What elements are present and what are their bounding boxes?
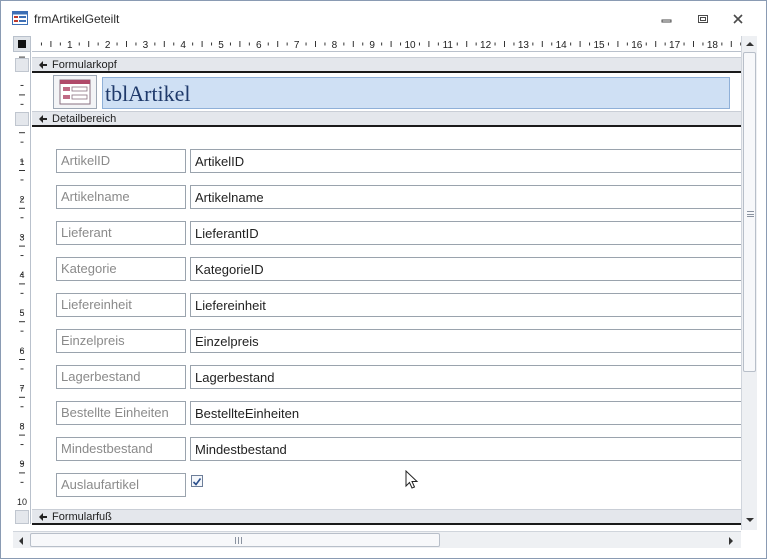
checkmark-icon (192, 478, 202, 486)
label-auslaufartikel[interactable]: Auslaufartikel (56, 473, 186, 497)
ruler-label: 10 (404, 40, 416, 51)
vertical-scroll-thumb[interactable] (743, 52, 756, 372)
textbox-lagerbestand[interactable]: Lagerbestand (190, 365, 741, 389)
section-collapse-icon (39, 115, 47, 123)
ruler-label: 10 (17, 497, 27, 507)
header-title-label[interactable]: tblArtikel (102, 77, 730, 109)
textbox-bestellteeinheiten[interactable]: BestellteEinheiten (190, 401, 741, 425)
ruler-label: 18 (707, 40, 719, 51)
textbox-einzelpreis[interactable]: Einzelpreis (190, 329, 741, 353)
scroll-left-arrow-icon[interactable] (15, 535, 27, 547)
horizontal-scroll-thumb[interactable] (30, 533, 440, 547)
ruler-label: 8 (19, 421, 24, 431)
header-section-selector[interactable] (15, 58, 29, 72)
horizontal-ruler[interactable]: 1 2 3 4 5 6 7 8 9 10 11 12 13 14 15 16 17 18 (32, 36, 741, 52)
select-form-button[interactable] (13, 36, 31, 52)
section-collapse-icon (39, 61, 47, 69)
label-einzelpreis[interactable]: Einzelpreis (56, 329, 186, 353)
close-icon (733, 14, 743, 24)
textbox-liefereinheit[interactable]: Liefereinheit (190, 293, 741, 317)
scroll-right-arrow-icon[interactable] (725, 535, 737, 547)
ruler-label: 14 (556, 40, 568, 51)
ruler-label: 7 (294, 40, 300, 51)
ruler-label: 6 (256, 40, 262, 51)
footer-section-selector[interactable] (15, 510, 29, 524)
ruler-label: 8 (332, 40, 338, 51)
section-label-detail: Detailbereich (52, 113, 117, 125)
section-bar-header[interactable]: Formularkopf (32, 57, 741, 73)
ruler-label: 4 (19, 270, 24, 280)
ruler-label: 11 (443, 40, 454, 51)
ruler-label: 15 (593, 40, 605, 51)
detail-section-selector[interactable] (15, 112, 29, 126)
minimize-icon (661, 19, 672, 23)
scroll-grip-icon (747, 211, 754, 217)
form-selector-square (18, 40, 26, 48)
label-lagerbestand[interactable]: Lagerbestand (56, 365, 186, 389)
textbox-artikelid[interactable]: ArtikelID (190, 149, 741, 173)
label-kategorie[interactable]: Kategorie (56, 257, 186, 281)
combobox-lieferantid[interactable]: LieferantID (190, 221, 741, 245)
checkbox-auslaufartikel[interactable] (191, 475, 203, 487)
ruler-label: 2 (19, 195, 24, 205)
window-title: frmArtikelGeteilt (34, 12, 120, 26)
ruler-label: 9 (19, 459, 24, 469)
ruler-label: 9 (369, 40, 375, 51)
ruler-label: 17 (669, 40, 681, 51)
ruler-label: 3 (143, 40, 149, 51)
label-bestellte-einheiten[interactable]: Bestellte Einheiten (56, 401, 186, 425)
scroll-up-arrow-icon[interactable] (744, 38, 756, 50)
label-artikelname[interactable]: Artikelname (56, 185, 186, 209)
maximize-icon (698, 15, 708, 23)
label-artikelid[interactable]: ArtikelID (56, 149, 186, 173)
section-bar-footer[interactable]: Formularfuß (32, 509, 741, 525)
form-icon (12, 11, 28, 25)
form-design-window: frmArtikelGeteilt 1 2 3 4 5 6 7 8 9 10 11 12 13 14 15 1… (0, 0, 767, 559)
combobox-kategorieid[interactable]: KategorieID (190, 257, 741, 281)
label-lieferant[interactable]: Lieferant (56, 221, 186, 245)
textbox-mindestbestand[interactable]: Mindestbestand (190, 437, 741, 461)
ruler-label: 4 (180, 40, 186, 51)
minimize-button[interactable] (653, 9, 681, 29)
label-mindestbestand[interactable]: Mindestbestand (56, 437, 186, 461)
scroll-down-arrow-icon[interactable] (744, 514, 756, 526)
ruler-label: 1 (67, 40, 73, 51)
section-bar-detail[interactable]: Detailbereich (32, 111, 741, 127)
ruler-label: 2 (105, 40, 111, 51)
vertical-scrollbar[interactable] (741, 36, 757, 530)
maximize-button[interactable] (689, 9, 717, 29)
ruler-label: 5 (218, 40, 224, 51)
section-label-header: Formularkopf (52, 59, 117, 71)
form-logo-icon (59, 79, 91, 105)
section-label-footer: Formularfuß (52, 511, 112, 523)
ruler-label: 12 (480, 40, 492, 51)
label-liefereinheit[interactable]: Liefereinheit (56, 293, 186, 317)
textbox-artikelname[interactable]: Artikelname (190, 185, 741, 209)
ruler-label: 6 (19, 346, 24, 356)
ruler-label: 1 (19, 157, 24, 167)
close-button[interactable] (724, 9, 752, 29)
scroll-grip-icon (235, 537, 242, 544)
ruler-label: 13 (518, 40, 530, 51)
header-logo-image[interactable] (53, 75, 97, 109)
title-bar: frmArtikelGeteilt (1, 1, 766, 35)
ruler-label: 3 (19, 232, 24, 242)
ruler-label: 7 (19, 384, 24, 394)
ruler-label: 16 (631, 40, 643, 51)
section-collapse-icon (39, 513, 47, 521)
mouse-pointer-icon (405, 470, 419, 489)
ruler-label: 5 (19, 308, 24, 318)
horizontal-scrollbar[interactable] (13, 531, 741, 548)
